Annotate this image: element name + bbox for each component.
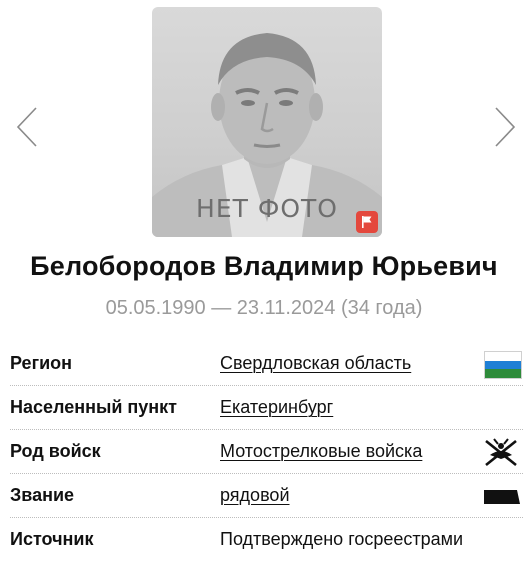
person-name: Белобородов Владимир Юрьевич [30, 251, 498, 281]
detail-label: Род войск [10, 441, 101, 461]
motor-rifle-emblem-icon [485, 438, 517, 467]
detail-row-region: Регион Свердловская область [10, 342, 523, 386]
detail-label: Регион [10, 353, 72, 373]
no-photo-label: НЕТ ФОТО [196, 194, 338, 223]
region-flag-icon [484, 351, 522, 379]
details-table: Регион Свердловская область Населенный п… [10, 342, 523, 561]
detail-row-source: Источник Подтверждено госреестрами [10, 518, 523, 561]
flag-icon [362, 216, 372, 228]
detail-label: Источник [10, 529, 94, 549]
portrait-photo: НЕТ ФОТО [152, 7, 382, 237]
detail-row-settlement: Населенный пункт Екатеринбург [10, 386, 523, 430]
detail-row-rank: Звание рядовой [10, 474, 523, 518]
detail-row-troops: Род войск Мотострелковые войска [10, 430, 523, 474]
previous-photo-button[interactable] [14, 104, 40, 150]
rank-insignia-icon [484, 490, 520, 504]
settlement-link[interactable]: Екатеринбург [220, 397, 333, 418]
detail-label: Звание [10, 485, 75, 505]
detail-label: Населенный пункт [10, 397, 178, 417]
region-link[interactable]: Свердловская область [220, 353, 411, 374]
next-photo-button[interactable] [492, 104, 518, 150]
rank-link[interactable]: рядовой [220, 485, 290, 506]
chevron-left-icon [16, 107, 37, 147]
life-dates: 05.05.1990 — 23.11.2024 (34 года) [105, 297, 423, 319]
report-button[interactable] [356, 211, 378, 233]
source-value: Подтверждено госреестрами [220, 529, 464, 549]
troops-link[interactable]: Мотострелковые войска [220, 441, 422, 462]
chevron-right-icon [495, 107, 516, 147]
